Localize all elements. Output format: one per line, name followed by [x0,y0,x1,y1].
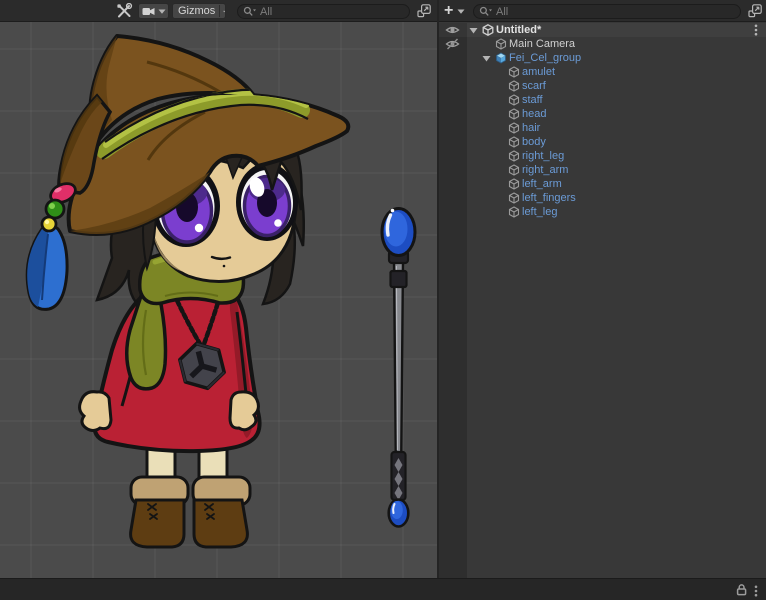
gameobject-icon [508,178,520,190]
hierarchy-item-right_arm[interactable]: right_arm [439,163,766,177]
lock-icon[interactable] [736,583,747,600]
gizmos-label: Gizmos [178,5,215,17]
chevron-down-icon [223,9,225,14]
gameobject-icon [508,122,520,134]
gameobject-icon [508,164,520,176]
scene-view-toolbar: Gizmos All [0,0,437,22]
hierarchy-item-body[interactable]: body [439,135,766,149]
item-label: Main Camera [509,37,575,51]
item-label: right_arm [522,163,568,177]
item-label: staff [522,93,543,107]
gameobject-icon [495,38,507,50]
gameobject-icon [508,150,520,162]
scene-view-panel: Gizmos All [0,0,437,578]
item-label: Fei_Cel_group [509,51,581,65]
hierarchy-item-left_fingers[interactable]: left_fingers [439,191,766,205]
item-label: hair [522,121,540,135]
gameobject-icon [508,192,520,204]
hierarchy-tree: Untitled*Main CameraFei_Cel_groupamulets… [439,23,766,219]
kebab-menu-icon[interactable] [754,584,758,600]
maximize-icon[interactable] [417,4,431,18]
hierarchy-item-amulet[interactable]: amulet [439,65,766,79]
hierarchy-search-value: All [496,6,508,18]
gameobject-icon [508,108,520,120]
create-object-dropdown[interactable]: + [444,2,465,20]
camera-icon [142,7,155,16]
gameobject-icon [508,80,520,92]
item-label: left_arm [522,177,562,191]
scene-tools-icon[interactable] [116,3,133,19]
expander-arrow-icon[interactable] [469,24,479,36]
gizmos-dropdown[interactable]: Gizmos [172,3,226,19]
gameobject-icon [508,206,520,218]
hierarchy-item-head[interactable]: head [439,107,766,121]
item-label: left_fingers [522,191,576,205]
hierarchy-item-right_leg[interactable]: right_leg [439,149,766,163]
hierarchy-item-scarf[interactable]: scarf [439,79,766,93]
hierarchy-search-field[interactable]: All [473,4,741,19]
expander-arrow-icon[interactable] [482,52,492,64]
gameobject-icon [508,136,520,148]
hierarchy-item-hair[interactable]: hair [439,121,766,135]
scene-search-field[interactable]: All [237,4,410,19]
status-bar [0,578,766,600]
gameobject-icon [508,94,520,106]
gameobject-icon [508,66,520,78]
chevron-down-icon [457,9,465,14]
item-label: amulet [522,65,555,79]
scene-icon [482,24,494,36]
item-label: head [522,107,546,121]
chevron-down-icon [158,9,166,14]
hierarchy-item-left_leg[interactable]: left_leg [439,205,766,219]
plus-icon: + [444,3,453,19]
item-label: Untitled* [496,23,541,37]
scene-viewport[interactable] [0,22,437,578]
search-icon [479,6,492,17]
scene-canvas [0,22,437,578]
hierarchy-toolbar: + All [439,0,766,22]
unity-editor-window: Gizmos All [0,0,766,600]
hierarchy-item-staff[interactable]: staff [439,93,766,107]
eye-off-icon[interactable] [445,38,461,50]
scene-object-staff[interactable] [382,209,415,527]
hierarchy-item-left_arm[interactable]: left_arm [439,177,766,191]
scene-search-value: All [260,6,272,18]
hierarchy-item-fei_cel_group[interactable]: Fei_Cel_group [439,51,766,65]
hierarchy-item-main-camera[interactable]: Main Camera [439,37,766,51]
item-label: body [522,135,546,149]
item-label: scarf [522,79,546,93]
scene-object-character[interactable] [27,36,348,547]
search-icon [243,6,256,17]
item-label: right_leg [522,149,564,163]
scene-camera-dropdown[interactable] [138,3,169,19]
item-label: left_leg [522,205,557,219]
eye-icon[interactable] [445,24,461,36]
prefab-icon [495,52,507,64]
maximize-icon[interactable] [748,4,762,18]
hierarchy-item-untitled-[interactable]: Untitled* [439,23,766,37]
hierarchy-panel: + All [437,0,766,578]
